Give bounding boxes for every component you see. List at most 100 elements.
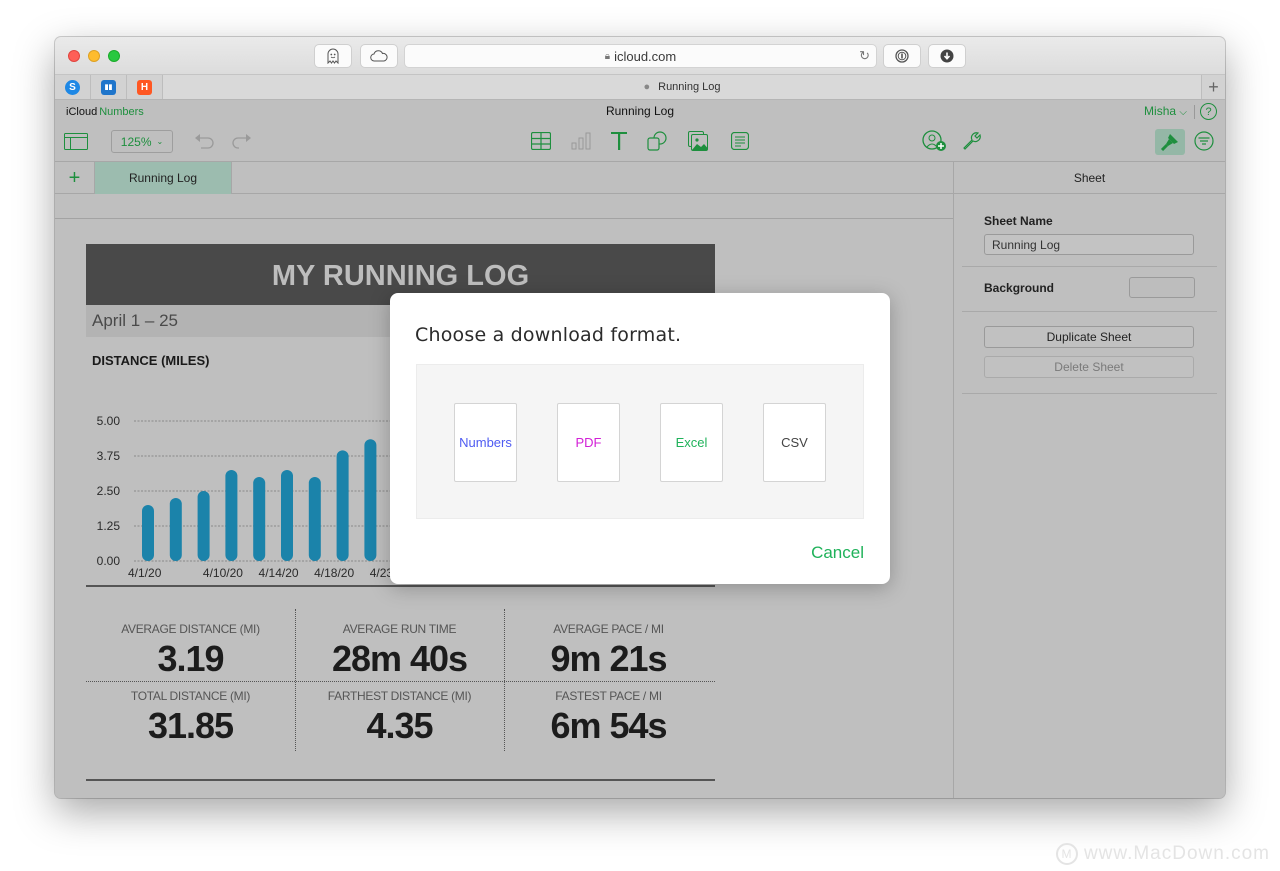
- zoom-window-button[interactable]: [108, 50, 120, 62]
- format-csv-button[interactable]: CSV: [763, 403, 826, 482]
- pinned-tab-h[interactable]: H: [127, 75, 163, 99]
- onepassword-icon: [895, 49, 909, 63]
- bar[interactable]: [169, 498, 182, 561]
- duplicate-sheet-button[interactable]: Duplicate Sheet: [984, 326, 1194, 348]
- format-excel-button[interactable]: Excel: [660, 403, 723, 482]
- sidebar-tab-sheet[interactable]: Sheet: [954, 162, 1225, 194]
- background-color-well[interactable]: [1129, 277, 1195, 298]
- url-text: icloud.com: [614, 48, 677, 64]
- ghostery-extension-button[interactable]: [314, 44, 352, 68]
- text-icon: [611, 132, 627, 150]
- reload-icon[interactable]: ↻: [859, 48, 870, 64]
- icloud-tabs-button[interactable]: [360, 44, 398, 68]
- download-icon: [940, 49, 954, 63]
- paintbrush-icon: [1160, 134, 1178, 152]
- cancel-button[interactable]: Cancel: [811, 543, 864, 563]
- x-tick-label: 4/14/20: [259, 566, 299, 579]
- insert-media-button[interactable]: [685, 129, 711, 153]
- y-tick-label: 5.00: [97, 414, 121, 428]
- add-person-icon: [922, 130, 946, 151]
- bar[interactable]: [308, 477, 321, 561]
- stat-value: 3.19: [157, 638, 224, 679]
- zoom-select[interactable]: 125% ⌄: [111, 130, 173, 153]
- undo-button[interactable]: [191, 129, 217, 153]
- tab-bar: S ▮▮ H ● Running Log +: [55, 75, 1225, 100]
- chart-icon: [571, 132, 591, 150]
- pinned-tab-simplenote[interactable]: S: [55, 75, 91, 99]
- bar[interactable]: [336, 450, 349, 561]
- stat-value: 6m 54s: [550, 705, 667, 746]
- stat-label: AVERAGE RUN TIME: [342, 622, 457, 636]
- y-tick-label: 3.75: [97, 449, 121, 463]
- divider: [86, 681, 715, 682]
- sheet-tab-running-log[interactable]: Running Log: [95, 162, 232, 194]
- insert-comment-button[interactable]: [727, 129, 753, 153]
- new-tab-button[interactable]: +: [1201, 75, 1225, 99]
- add-sheet-button[interactable]: +: [55, 162, 95, 194]
- format-sidebar: Sheet Sheet Name Running Log Background …: [953, 162, 1225, 798]
- apple-icon: ●: [643, 81, 651, 93]
- stat-value: 31.85: [147, 705, 234, 746]
- h-app-icon: H: [137, 79, 152, 95]
- bar[interactable]: [197, 491, 210, 561]
- stat-value: 4.35: [366, 705, 433, 746]
- filter-icon: [1194, 131, 1214, 151]
- stat-label: TOTAL DISTANCE (MI): [130, 689, 251, 703]
- view-button[interactable]: [63, 129, 89, 153]
- sidebar-layout-icon: [64, 132, 88, 150]
- bar[interactable]: [364, 439, 377, 561]
- title-bar: 🔒︎ icloud.com ↻: [55, 37, 1225, 75]
- bar[interactable]: [253, 477, 266, 561]
- bar[interactable]: [225, 470, 238, 561]
- format-numbers-button[interactable]: Numbers: [454, 403, 517, 482]
- column-header-strip: [55, 194, 953, 219]
- comment-icon: [731, 132, 749, 150]
- sheet-name-input[interactable]: Running Log: [984, 234, 1194, 255]
- divider: [1194, 105, 1195, 119]
- stat-average-distance: AVERAGE DISTANCE (MI) 3.19: [86, 622, 295, 680]
- stat-value: 28m 40s: [331, 638, 468, 679]
- document-title[interactable]: Running Log: [55, 104, 1225, 118]
- close-window-button[interactable]: [68, 50, 80, 62]
- pinned-tab-trello[interactable]: ▮▮: [91, 75, 127, 99]
- password-manager-button[interactable]: [883, 44, 921, 68]
- help-button[interactable]: ?: [1200, 103, 1217, 120]
- divider-top: [86, 585, 715, 587]
- chevron-down-icon: ⌵: [1179, 107, 1187, 118]
- organize-button[interactable]: [1191, 129, 1217, 153]
- x-tick-label: 4/18/20: [314, 566, 354, 579]
- stat-farthest-distance: FARTHEST DISTANCE (MI) 4.35: [295, 689, 504, 747]
- insert-table-button[interactable]: [528, 129, 554, 153]
- bar[interactable]: [281, 470, 293, 561]
- downloads-button[interactable]: [928, 44, 966, 68]
- download-format-dialog: Choose a download format. Numbers PDF Ex…: [390, 293, 890, 584]
- format-pdf-button[interactable]: PDF: [557, 403, 620, 482]
- stat-value: 9m 21s: [550, 638, 667, 679]
- chevron-down-icon: ⌄: [156, 137, 164, 146]
- delete-sheet-button[interactable]: Delete Sheet: [984, 356, 1194, 378]
- image-icon: [688, 131, 708, 151]
- undo-icon: [195, 134, 214, 149]
- wrench-icon: [963, 132, 981, 150]
- user-menu[interactable]: Misha ⌵: [1144, 104, 1187, 118]
- stat-label: FASTEST PACE / MI: [555, 689, 662, 703]
- tab-running-log[interactable]: ● Running Log: [163, 75, 1201, 99]
- watermark-text: www.MacDown.com: [1083, 843, 1270, 864]
- dialog-title: Choose a download format.: [415, 324, 682, 346]
- address-bar[interactable]: 🔒︎ icloud.com ↻: [404, 44, 877, 68]
- bar[interactable]: [142, 505, 154, 561]
- x-tick-label: 4/10/20: [203, 566, 243, 579]
- y-tick-label: 1.25: [97, 519, 121, 533]
- format-button[interactable]: [1155, 129, 1185, 155]
- insert-text-button[interactable]: [606, 129, 632, 153]
- y-tick-label: 2.50: [97, 484, 121, 498]
- minimize-window-button[interactable]: [88, 50, 100, 62]
- collaborate-button[interactable]: [922, 129, 948, 153]
- insert-shape-button[interactable]: [644, 129, 670, 153]
- sheet-tab-bar: + Running Log: [55, 162, 953, 194]
- redo-button[interactable]: [229, 129, 255, 153]
- sheet-name-label: Sheet Name: [984, 214, 1053, 228]
- settings-button[interactable]: [959, 129, 985, 153]
- cloud-icon: [370, 50, 388, 62]
- stat-fastest-pace: FASTEST PACE / MI 6m 54s: [504, 689, 713, 747]
